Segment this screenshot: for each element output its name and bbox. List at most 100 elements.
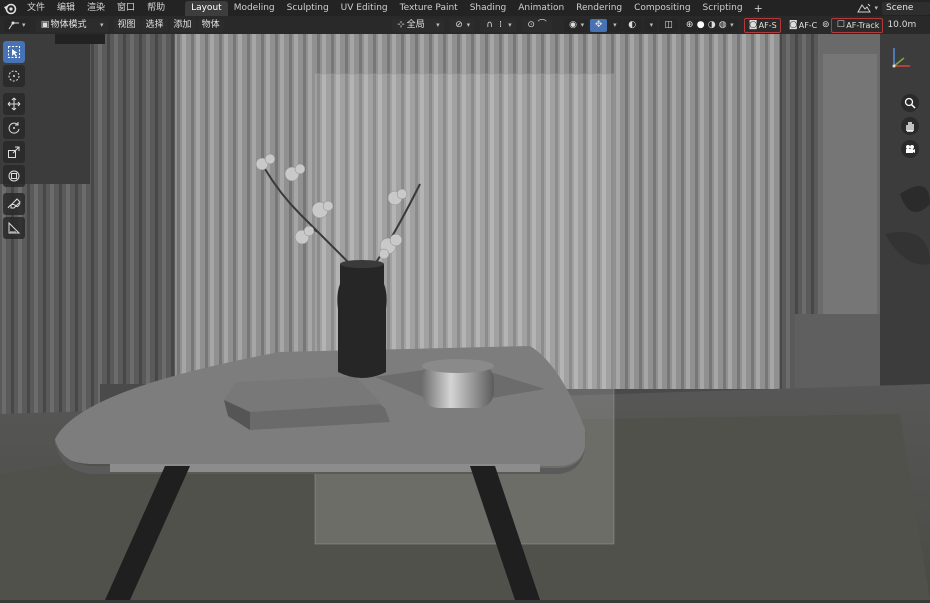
rotate-tool[interactable] <box>3 117 25 139</box>
overlays-toggle[interactable]: ◐ <box>622 18 642 32</box>
measure-icon <box>8 221 21 234</box>
xray-icon: ◫ <box>664 19 673 30</box>
viewport-scene-render <box>0 34 930 600</box>
blender-logo-icon[interactable] <box>3 1 17 15</box>
material-shading-icon[interactable]: ◑ <box>706 20 717 31</box>
mode-label: 物体模式 <box>50 19 87 30</box>
move-tool[interactable] <box>3 93 25 115</box>
measure-tool[interactable] <box>3 217 25 239</box>
tab-uv-editing[interactable]: UV Editing <box>335 1 394 16</box>
scale-tool[interactable] <box>3 141 25 163</box>
orientation-icon: ⊹ <box>397 19 405 30</box>
select-box-tool[interactable] <box>3 41 25 63</box>
tab-shading[interactable]: Shading <box>464 1 513 16</box>
track-target-icon[interactable]: ⊚ <box>820 20 831 31</box>
workspace-tabs: Layout Modeling Sculpting UV Editing Tex… <box>185 0 768 16</box>
rendered-shading-icon[interactable]: ◍ <box>717 20 728 31</box>
menu-file[interactable]: 文件 <box>21 0 51 16</box>
overlays-chevron-icon: ▾ <box>649 20 654 29</box>
transform-icon <box>8 170 20 182</box>
3d-viewport[interactable] <box>0 34 930 600</box>
snap-chevron-icon: ▾ <box>508 20 512 29</box>
axis-gizmo[interactable] <box>886 44 916 74</box>
tab-modeling[interactable]: Modeling <box>228 1 281 16</box>
wireframe-shading-icon[interactable]: ⊕ <box>684 20 695 31</box>
pivot-icon: ⊘ <box>455 19 463 30</box>
scene-dropdown-icon[interactable]: ▾ <box>874 4 878 12</box>
visibility-dropdown[interactable]: ◉ ▾ <box>563 18 589 32</box>
add-workspace-button[interactable]: + <box>749 1 768 16</box>
af-s-toggle[interactable]: ◙ AF-S <box>743 17 781 33</box>
editor-type-button[interactable]: ▾ <box>4 18 30 32</box>
camera-icon: ◙ <box>748 19 758 30</box>
pivot-chevron-icon: ▾ <box>466 20 471 29</box>
gizmo-toggle[interactable]: ✥ <box>590 18 608 32</box>
menu-select[interactable]: 选择 <box>141 18 168 32</box>
tab-animation[interactable]: Animation <box>512 1 570 16</box>
eye-icon: ◉ <box>569 19 578 30</box>
pan-button[interactable] <box>901 117 919 135</box>
transform-tool[interactable] <box>3 165 25 187</box>
view3d-icon <box>8 21 19 30</box>
proportional-editing-toggle[interactable]: ⊙ ⌒ <box>521 18 552 32</box>
zoom-icon <box>904 97 916 109</box>
xray-toggle[interactable]: ◫ <box>659 18 679 32</box>
overlays-dropdown[interactable]: ▾ <box>643 18 658 32</box>
gizmo-icon: ✥ <box>594 19 603 30</box>
tool-shelf <box>3 40 29 240</box>
solid-shading-icon[interactable]: ● <box>695 20 706 31</box>
tab-compositing[interactable]: Compositing <box>628 1 696 16</box>
menu-edit[interactable]: 编辑 <box>51 0 81 16</box>
tab-layout[interactable]: Layout <box>185 1 228 16</box>
zoom-button[interactable] <box>901 94 919 112</box>
scene-selector: ▾ Scene <box>856 0 930 16</box>
tab-scripting[interactable]: Scripting <box>697 1 749 16</box>
menu-object[interactable]: 物体 <box>197 18 224 32</box>
snap-toggle[interactable]: ∩ ⁞ ▾ <box>480 18 516 32</box>
af-track-label: AF-Track <box>846 20 880 30</box>
distance-label: 10.0m <box>887 20 917 30</box>
shading-chevron-icon: ▾ <box>730 20 734 29</box>
transform-orientation-label: 全局 <box>406 19 425 30</box>
snap-increment-icon: ⁞ <box>499 19 503 30</box>
tab-texture-paint[interactable]: Texture Paint <box>394 1 464 16</box>
proportional-icon: ⊙ <box>527 19 535 30</box>
cursor-icon <box>8 70 20 82</box>
tab-sculpting[interactable]: Sculpting <box>281 1 335 16</box>
camera-view-button[interactable] <box>901 140 919 158</box>
object-mode-icon: ▣ <box>40 19 50 30</box>
mode-dropdown[interactable]: ▣ 物体模式 ▾ <box>35 18 108 32</box>
menu-add[interactable]: 添加 <box>169 18 196 32</box>
scene-icon[interactable] <box>856 2 872 14</box>
top-bar: 文件 编辑 渲染 窗口 帮助 Layout Modeling Sculpting… <box>0 0 930 16</box>
move-icon <box>7 97 21 111</box>
shading-modes[interactable]: ⊕ ● ◑ ◍ ▾ <box>680 18 738 32</box>
magnet-icon: ∩ <box>486 19 493 30</box>
annotate-tool[interactable] <box>3 193 25 215</box>
camera-view-icon <box>906 145 915 153</box>
cursor-tool[interactable] <box>3 65 25 87</box>
scale-icon <box>8 146 20 158</box>
gizmo-dropdown[interactable]: ▾ <box>607 18 621 32</box>
menu-window[interactable]: 窗口 <box>111 0 141 16</box>
af-track-toggle[interactable]: ☐ AF-Track <box>831 17 884 33</box>
viewport-header: ▾ ▣ 物体模式 ▾ 视图 选择 添加 物体 ⊹ 全局 ▾ ⊘ ▾ ∩ ⁞ ▾ … <box>0 16 930 34</box>
transform-orientation-dropdown[interactable]: ⊹ 全局 ▾ <box>391 18 444 32</box>
checkbox-icon: ☐ <box>836 19 845 30</box>
pivot-point-dropdown[interactable]: ⊘ ▾ <box>449 18 475 32</box>
menu-view[interactable]: 视图 <box>113 18 140 32</box>
editor-type-chevron-icon: ▾ <box>22 20 26 29</box>
hand-icon <box>906 122 914 132</box>
visibility-chevron-icon: ▾ <box>580 20 585 29</box>
tab-rendering[interactable]: Rendering <box>570 1 628 16</box>
annotate-icon <box>7 198 21 209</box>
falloff-icon: ⌒ <box>537 19 547 30</box>
af-s-label: AF-S <box>758 20 777 30</box>
scene-name-field[interactable]: Scene <box>882 1 930 15</box>
af-c-toggle[interactable]: ◙ AF-C <box>785 19 821 32</box>
menu-render[interactable]: 渲染 <box>81 0 111 16</box>
overlays-icon: ◐ <box>628 19 637 30</box>
select-box-icon <box>8 46 20 58</box>
gizmo-chevron-icon: ▾ <box>613 20 617 29</box>
menu-help[interactable]: 帮助 <box>141 0 171 16</box>
